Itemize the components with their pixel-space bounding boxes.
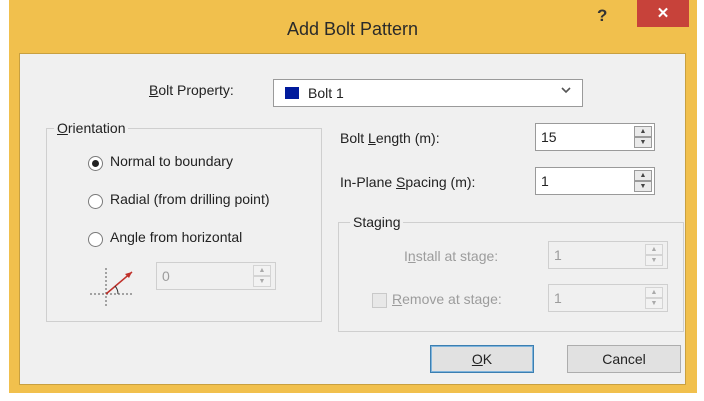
radial-radio[interactable] [88, 194, 103, 209]
cancel-button[interactable]: Cancel [567, 345, 681, 373]
normal-to-boundary-label[interactable]: Normal to boundary [110, 153, 233, 169]
close-icon[interactable]: ✕ [657, 5, 670, 22]
angle-spinbox: 0 ▲ ▼ [156, 262, 276, 290]
install-stage-spin-buttons: ▲ ▼ [645, 244, 663, 266]
bolt-length-spin-buttons[interactable]: ▲ ▼ [634, 126, 652, 148]
help-button[interactable]: ? [597, 6, 607, 26]
spin-down-icon[interactable]: ▼ [634, 181, 652, 192]
bolt-property-label: Bolt Property: [149, 82, 234, 98]
angle-spin-buttons: ▲ ▼ [253, 265, 271, 287]
remove-stage-label: Remove at stage: [392, 291, 502, 307]
remove-stage-spin-buttons: ▲ ▼ [645, 287, 663, 309]
chevron-down-icon[interactable] [560, 84, 572, 99]
close-button[interactable]: ✕ [637, 0, 689, 27]
spin-up-icon[interactable]: ▲ [634, 170, 652, 181]
install-stage-value: 1 [554, 247, 562, 263]
spin-up-icon: ▲ [645, 287, 663, 298]
remove-stage-input: 1 ▲ ▼ [548, 284, 668, 312]
staging-group [338, 222, 684, 332]
staging-legend: Staging [350, 214, 404, 230]
spin-down-icon: ▼ [253, 276, 271, 287]
angle-value: 0 [162, 268, 170, 284]
bolt-length-label: Bolt Length (m): [340, 130, 440, 146]
spacing-input[interactable]: 1 ▲ ▼ [535, 167, 655, 195]
install-stage-label: Install at stage: [404, 248, 499, 264]
bolt-length-input[interactable]: 15 ▲ ▼ [535, 123, 655, 151]
angle-from-horizontal-radio[interactable] [88, 232, 103, 247]
spacing-label: In-Plane Spacing (m): [340, 174, 476, 190]
install-stage-input: 1 ▲ ▼ [548, 241, 668, 269]
remove-stage-checkbox [372, 293, 387, 308]
bolt-length-value: 15 [541, 129, 557, 145]
spacing-spin-buttons[interactable]: ▲ ▼ [634, 170, 652, 192]
bolt-property-dropdown[interactable]: Bolt 1 [273, 79, 583, 107]
spin-up-icon[interactable]: ▲ [634, 126, 652, 137]
remove-stage-value: 1 [554, 290, 562, 306]
normal-to-boundary-radio[interactable] [88, 156, 103, 171]
bolt-property-value: Bolt 1 [308, 85, 344, 101]
radial-label[interactable]: Radial (from drilling point) [110, 191, 270, 207]
orientation-legend: Orientation [54, 120, 129, 136]
spin-up-icon: ▲ [645, 244, 663, 255]
ok-button[interactable]: OK [430, 345, 534, 373]
bolt-color-swatch [285, 87, 299, 99]
spin-down-icon[interactable]: ▼ [634, 137, 652, 148]
dialog-title: Add Bolt Pattern [286, 19, 419, 39]
angle-from-horizontal-label[interactable]: Angle from horizontal [110, 229, 242, 245]
spin-down-icon: ▼ [645, 255, 663, 266]
spin-up-icon: ▲ [253, 265, 271, 276]
spin-down-icon: ▼ [645, 298, 663, 309]
spacing-value: 1 [541, 173, 549, 189]
angle-icon [88, 262, 138, 310]
